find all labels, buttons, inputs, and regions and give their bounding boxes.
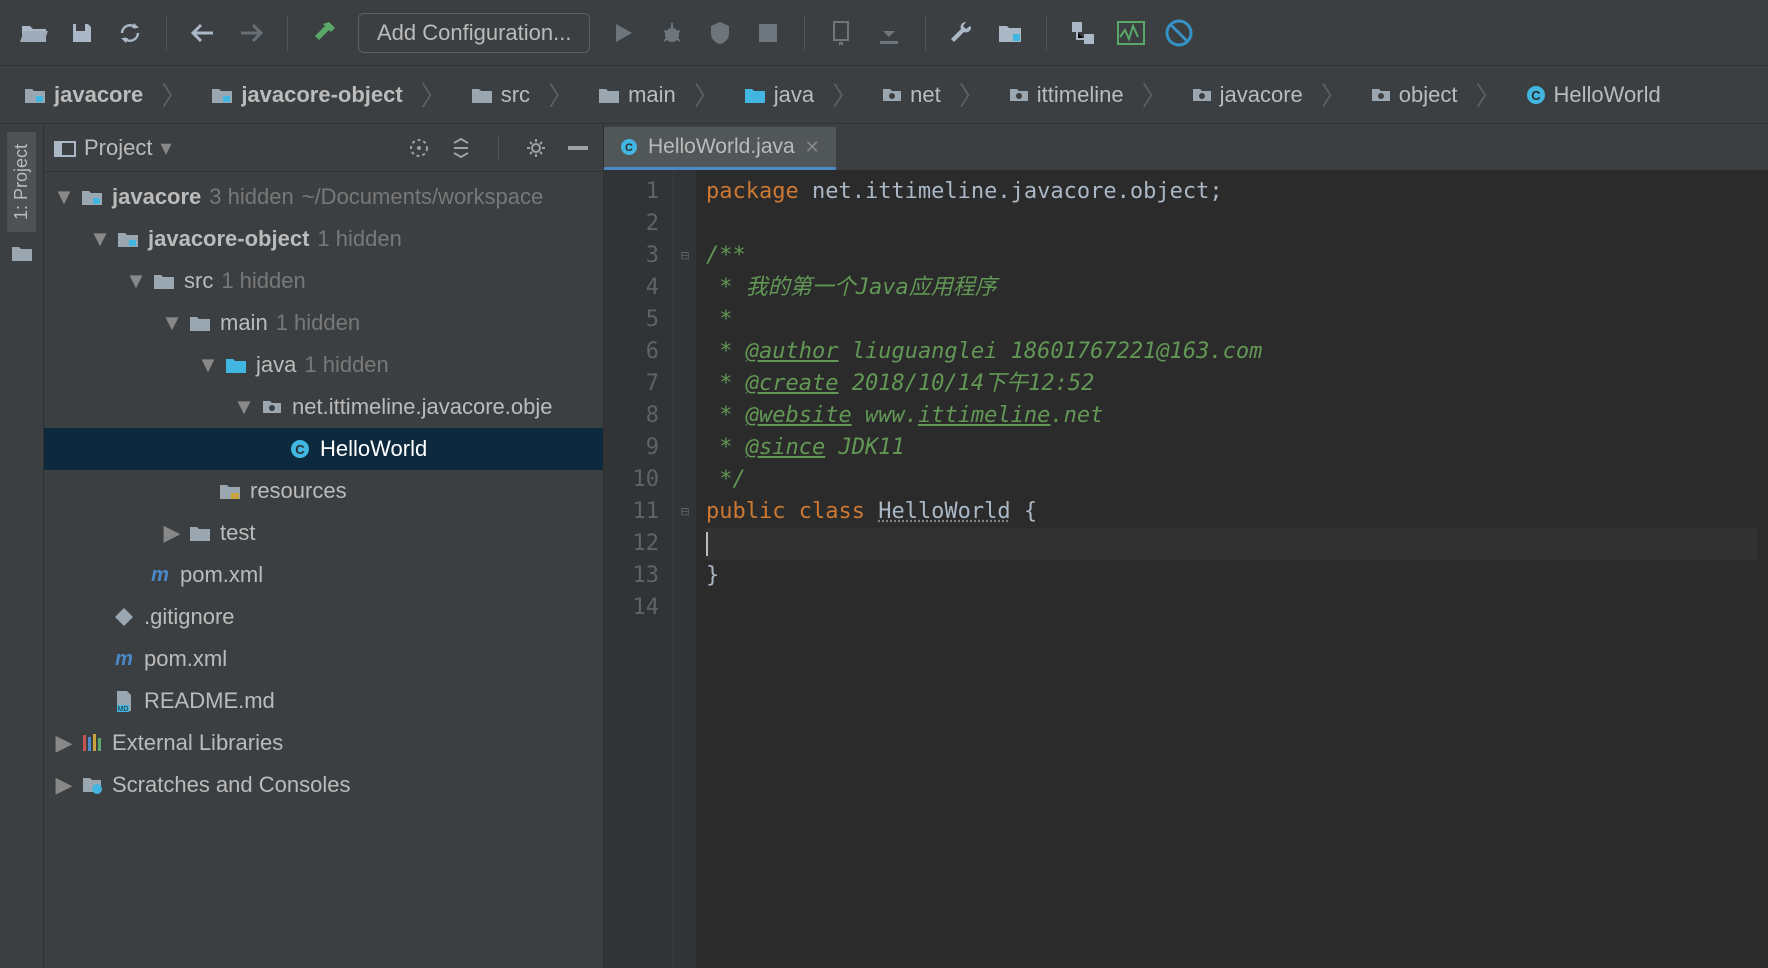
chevron-down-icon[interactable]: ▼ (236, 394, 252, 420)
back-icon[interactable] (181, 11, 225, 55)
crumb-label: ittimeline (1037, 82, 1124, 108)
tree-gitignore[interactable]: .gitignore (44, 596, 603, 638)
crumb-javacore[interactable]: javacore〉 (14, 72, 197, 117)
editor-tab-helloworld[interactable]: C HelloWorld.java ✕ (604, 127, 836, 170)
stop-icon[interactable] (746, 11, 790, 55)
wrench-icon[interactable] (940, 11, 984, 55)
minimize-icon[interactable] (563, 133, 593, 163)
project-tree[interactable]: ▼ javacore 3 hidden ~/Documents/workspac… (44, 172, 603, 968)
tree-helloworld[interactable]: C HelloWorld (44, 428, 603, 470)
tree-pom-module[interactable]: m pom.xml (44, 554, 603, 596)
chevron-down-icon[interactable]: ▼ (92, 226, 108, 252)
tree-src[interactable]: ▼ src 1 hidden (44, 260, 603, 302)
forward-icon[interactable] (229, 11, 273, 55)
code-content[interactable]: package net.ittimeline.javacore.object; … (696, 170, 1768, 968)
chevron-down-icon[interactable]: ▼ (164, 310, 180, 336)
power-save-icon[interactable] (1157, 11, 1201, 55)
chevron-down-icon[interactable]: ▼ (200, 352, 216, 378)
crumb-label: javacore (1220, 82, 1303, 108)
toolbar-separator (287, 15, 288, 51)
locate-icon[interactable] (404, 133, 434, 163)
project-structure-icon[interactable] (988, 11, 1032, 55)
crumb-src[interactable]: src〉 (461, 72, 584, 117)
vcs-icon[interactable] (1061, 11, 1105, 55)
tree-package[interactable]: ▼ net.ittimeline.javacore.obje (44, 386, 603, 428)
tree-module[interactable]: ▼ javacore-object 1 hidden (44, 218, 603, 260)
svg-text:MD: MD (118, 706, 129, 712)
crumb-net[interactable]: net〉 (872, 72, 995, 117)
text-caret (706, 532, 708, 556)
save-all-icon[interactable] (60, 11, 104, 55)
open-icon[interactable] (12, 11, 56, 55)
svg-text:C: C (625, 142, 633, 154)
tree-external-libraries[interactable]: ▶ External Libraries (44, 722, 603, 764)
editor-tabs: C HelloWorld.java ✕ (604, 124, 1768, 170)
coverage-icon[interactable] (698, 11, 742, 55)
crumb-label: HelloWorld (1554, 82, 1661, 108)
tree-pom-root[interactable]: m pom.xml (44, 638, 603, 680)
tree-java[interactable]: ▼ java 1 hidden (44, 344, 603, 386)
project-panel: Project ▾ ▼ javacore 3 hidden ~/Document… (44, 124, 604, 968)
run-configuration-dropdown[interactable]: Add Configuration... (358, 13, 590, 53)
crumb-java[interactable]: java〉 (734, 72, 868, 117)
tree-main[interactable]: ▼ main 1 hidden (44, 302, 603, 344)
crumb-helloworld[interactable]: C HelloWorld (1516, 78, 1671, 112)
editor-area: C HelloWorld.java ✕ 1234567891011121314 … (604, 124, 1768, 968)
toolbar-separator (925, 15, 926, 51)
toolbar-separator (804, 15, 805, 51)
tab-label: HelloWorld.java (648, 135, 795, 159)
sync-icon[interactable] (108, 11, 152, 55)
chevron-right-icon[interactable]: ▶ (56, 772, 72, 798)
debug-icon[interactable] (650, 11, 694, 55)
project-tool-tab[interactable]: 1: Project (7, 132, 36, 232)
toolbar-separator (1046, 15, 1047, 51)
monitor-icon[interactable] (1109, 11, 1153, 55)
svg-text:C: C (1531, 88, 1541, 103)
line-numbers: 1234567891011121314 (604, 170, 674, 968)
crumb-label: main (628, 82, 676, 108)
code-editor[interactable]: 1234567891011121314 ⊟ ⊟ package net.itti… (604, 170, 1768, 968)
project-view-selector[interactable]: Project ▾ (54, 135, 172, 161)
structure-tool-icon[interactable] (11, 244, 33, 262)
chevron-down-icon[interactable]: ▼ (128, 268, 144, 294)
crumb-javacore-pkg[interactable]: javacore〉 (1182, 72, 1357, 117)
breadcrumb-bar: javacore〉 javacore-object〉 src〉 main〉 ja… (0, 66, 1768, 124)
main-toolbar: Add Configuration... (0, 0, 1768, 66)
chevron-down-icon[interactable]: ▼ (56, 184, 72, 210)
crumb-ittimeline[interactable]: ittimeline〉 (999, 72, 1178, 117)
crumb-javacore-object[interactable]: javacore-object〉 (201, 72, 456, 117)
svg-text:C: C (295, 442, 305, 457)
expand-all-icon[interactable] (446, 133, 476, 163)
attach-icon[interactable] (819, 11, 863, 55)
crumb-label: net (910, 82, 941, 108)
tree-root[interactable]: ▼ javacore 3 hidden ~/Documents/workspac… (44, 176, 603, 218)
build-icon[interactable] (302, 11, 346, 55)
crumb-object[interactable]: object〉 (1361, 72, 1512, 117)
chevron-right-icon[interactable]: ▶ (164, 520, 180, 546)
crumb-label: javacore-object (241, 82, 402, 108)
panel-separator (498, 136, 499, 160)
crumb-label: java (774, 82, 814, 108)
crumb-main[interactable]: main〉 (588, 72, 730, 117)
toolbar-separator (166, 15, 167, 51)
close-icon[interactable]: ✕ (805, 137, 820, 158)
tree-resources[interactable]: resources (44, 470, 603, 512)
chevron-right-icon[interactable]: ▶ (56, 730, 72, 756)
project-panel-header: Project ▾ (44, 124, 603, 172)
crumb-label: src (501, 82, 530, 108)
tree-readme[interactable]: MD README.md (44, 680, 603, 722)
crumb-label: object (1399, 82, 1458, 108)
gear-icon[interactable] (521, 133, 551, 163)
run-icon[interactable] (602, 11, 646, 55)
fold-gutter[interactable]: ⊟ ⊟ (674, 170, 696, 968)
crumb-label: javacore (54, 82, 143, 108)
tree-test[interactable]: ▶ test (44, 512, 603, 554)
left-tool-gutter: 1: Project (0, 124, 44, 968)
tree-scratches[interactable]: ▶ Scratches and Consoles (44, 764, 603, 806)
download-icon[interactable] (867, 11, 911, 55)
